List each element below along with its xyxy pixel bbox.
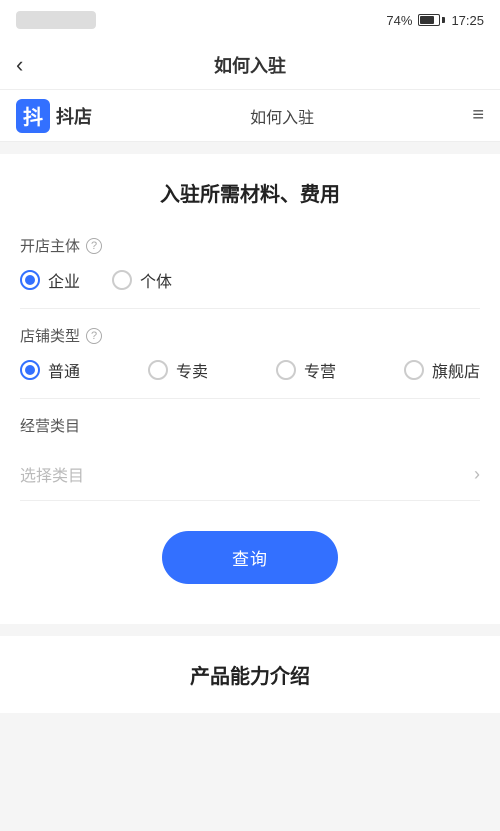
status-bar-info: 74% 17:25 — [386, 13, 484, 28]
shop-owner-radio-group: 企业 个体 — [20, 268, 480, 292]
radio-flagship-circle — [404, 360, 424, 380]
radio-exclusive-circle — [148, 360, 168, 380]
back-button[interactable]: ‹ — [16, 54, 23, 76]
shop-owner-help-icon[interactable]: ? — [86, 238, 102, 254]
main-card: 入驻所需材料、费用 开店主体 ? 企业 个体 店铺类型 ? — [0, 154, 500, 624]
radio-individual-circle — [112, 270, 132, 290]
divider-2 — [20, 398, 480, 399]
battery-icon — [418, 14, 445, 26]
brand-name: 抖店 — [56, 103, 92, 129]
brand-logo-icon: 抖 — [16, 99, 50, 133]
chevron-right-icon: › — [474, 464, 480, 485]
radio-specialty-label: 专营 — [304, 358, 336, 382]
nav-title: 如何入驻 — [214, 52, 286, 78]
shop-owner-section: 开店主体 ? 企业 个体 — [20, 235, 480, 292]
bottom-section: 产品能力介绍 — [0, 636, 500, 713]
section-title: 入驻所需材料、费用 — [20, 178, 480, 207]
category-label-row: 经营类目 — [20, 415, 480, 436]
radio-specialty-circle — [276, 360, 296, 380]
radio-flagship-label: 旗舰店 — [432, 358, 480, 382]
shop-owner-label: 开店主体 — [20, 235, 80, 256]
battery-percentage: 74% — [386, 13, 412, 28]
time-display: 17:25 — [451, 13, 484, 28]
radio-normal-circle — [20, 360, 40, 380]
radio-enterprise[interactable]: 企业 — [20, 268, 80, 292]
status-bar: 74% 17:25 — [0, 0, 500, 40]
divider-1 — [20, 308, 480, 309]
radio-normal-label: 普通 — [48, 358, 80, 382]
svg-text:抖: 抖 — [23, 105, 43, 129]
radio-individual[interactable]: 个体 — [112, 268, 172, 292]
menu-icon[interactable]: ≡ — [472, 104, 484, 127]
radio-enterprise-circle — [20, 270, 40, 290]
nav-bar: ‹ 如何入驻 — [0, 40, 500, 90]
query-button-wrap: 查询 — [20, 531, 480, 584]
category-selector[interactable]: 选择类目 › — [20, 448, 480, 501]
radio-individual-label: 个体 — [140, 268, 172, 292]
brand-logo-group: 抖 抖店 — [16, 99, 92, 133]
radio-exclusive[interactable]: 专卖 — [148, 358, 208, 382]
shop-type-label-row: 店铺类型 ? — [20, 325, 480, 346]
category-label: 经营类目 — [20, 415, 80, 436]
radio-enterprise-label: 企业 — [48, 268, 80, 292]
radio-flagship[interactable]: 旗舰店 — [404, 358, 480, 382]
brand-bar: 抖 抖店 如何入驻 ≡ — [0, 90, 500, 142]
brand-subtitle: 如何入驻 — [250, 104, 314, 128]
shop-type-label: 店铺类型 — [20, 325, 80, 346]
radio-normal[interactable]: 普通 — [20, 358, 80, 382]
status-bar-logo — [16, 11, 96, 29]
radio-specialty[interactable]: 专营 — [276, 358, 336, 382]
category-placeholder: 选择类目 — [20, 462, 84, 486]
shop-type-radio-group: 普通 专卖 专营 旗舰店 — [20, 358, 480, 382]
radio-exclusive-label: 专卖 — [176, 358, 208, 382]
business-category-section: 经营类目 选择类目 › — [20, 415, 480, 501]
shop-type-section: 店铺类型 ? 普通 专卖 专营 旗舰店 — [20, 325, 480, 382]
product-intro-title: 产品能力介绍 — [20, 660, 480, 689]
shop-type-help-icon[interactable]: ? — [86, 328, 102, 344]
shop-owner-label-row: 开店主体 ? — [20, 235, 480, 256]
query-button[interactable]: 查询 — [162, 531, 338, 584]
